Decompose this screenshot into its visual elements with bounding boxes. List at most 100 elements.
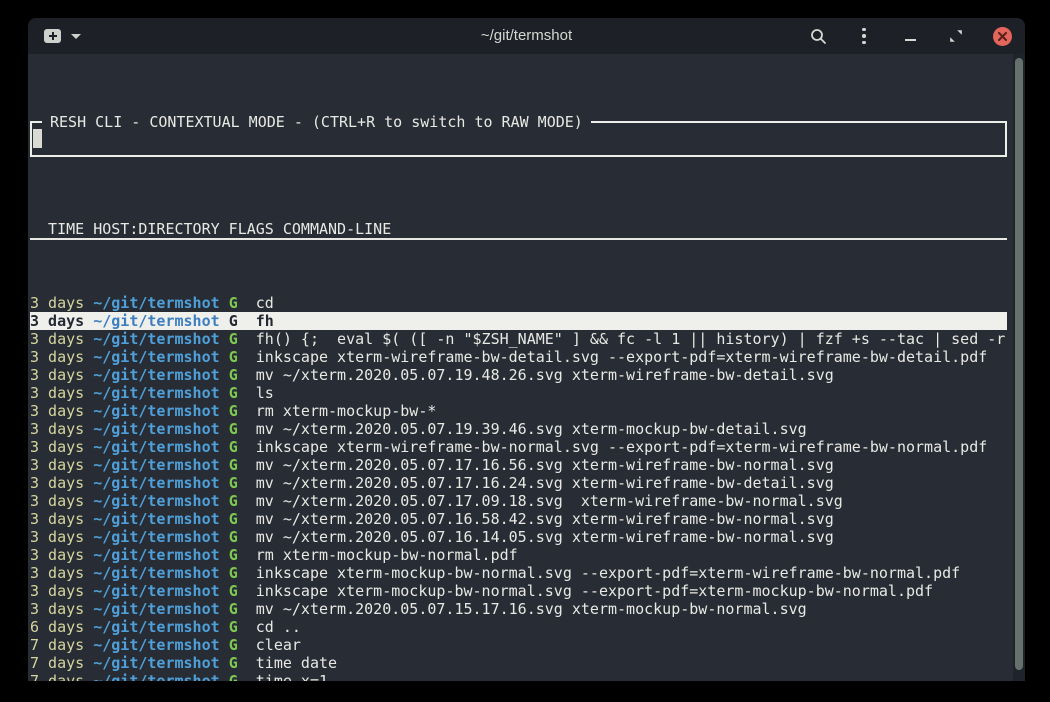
directory-cell: ~/git/termshot	[93, 654, 219, 672]
history-row[interactable]: 3 days ~/git/termshot G mv ~/xterm.2020.…	[30, 492, 1007, 510]
history-row[interactable]: 3 days ~/git/termshot G fh() {; eval $( …	[30, 330, 1007, 348]
time-cell: 3 days	[30, 312, 84, 330]
command-cell: rm xterm-mockup-bw-*	[256, 402, 437, 420]
directory-cell: ~/git/termshot	[93, 546, 219, 564]
history-row[interactable]: 3 days ~/git/termshot G inkscape xterm-m…	[30, 564, 1007, 582]
resh-cli: RESH CLI - CONTEXTUAL MODE - (CTRL+R to …	[30, 54, 1007, 681]
history-row[interactable]: 3 days ~/git/termshot G mv ~/xterm.2020.…	[30, 366, 1007, 384]
flags-cell: G	[229, 654, 238, 672]
directory-cell: ~/git/termshot	[93, 456, 219, 474]
directory-cell: ~/git/termshot	[93, 492, 219, 510]
time-cell: 3 days	[30, 564, 84, 582]
flags-cell: G	[229, 330, 238, 348]
directory-cell: ~/git/termshot	[93, 294, 219, 312]
time-cell: 3 days	[30, 528, 84, 546]
flags-cell: G	[229, 384, 238, 402]
history-row[interactable]: 3 days ~/git/termshot G mv ~/xterm.2020.…	[30, 420, 1007, 438]
restore-icon	[949, 29, 963, 43]
history-row[interactable]: 3 days ~/git/termshot G rm xterm-mockup-…	[30, 402, 1007, 420]
close-button[interactable]	[991, 25, 1013, 47]
history-row[interactable]: 7 days ~/git/termshot G clear	[30, 636, 1007, 654]
text-cursor	[33, 129, 42, 148]
scrollbar-track[interactable]	[1013, 54, 1025, 681]
history-row[interactable]: 3 days ~/git/termshot G inkscape xterm-w…	[30, 438, 1007, 456]
time-cell: 7 days	[30, 654, 84, 672]
command-cell: time x=1	[256, 672, 328, 681]
directory-cell: ~/git/termshot	[93, 384, 219, 402]
resh-mode-title: RESH CLI - CONTEXTUAL MODE - (CTRL+R to …	[42, 113, 591, 131]
directory-cell: ~/git/termshot	[93, 438, 219, 456]
history-list: 3 days ~/git/termshot G cd3 days ~/git/t…	[30, 294, 1007, 681]
time-cell: 3 days	[30, 402, 84, 420]
history-row[interactable]: 3 days ~/git/termshot G mv ~/xterm.2020.…	[30, 600, 1007, 618]
flags-cell: G	[229, 474, 238, 492]
command-cell: cd	[256, 294, 274, 312]
directory-cell: ~/git/termshot	[93, 564, 219, 582]
history-row[interactable]: 7 days ~/git/termshot G time x=1	[30, 672, 1007, 681]
command-cell: rm xterm-mockup-bw-normal.pdf	[256, 546, 518, 564]
search-input[interactable]: RESH CLI - CONTEXTUAL MODE - (CTRL+R to …	[30, 121, 1007, 157]
directory-cell: ~/git/termshot	[93, 600, 219, 618]
command-cell: cd ..	[256, 618, 301, 636]
menu-button[interactable]	[853, 25, 875, 47]
command-cell: inkscape xterm-wireframe-bw-normal.svg -…	[256, 438, 988, 456]
time-cell: 3 days	[30, 582, 84, 600]
history-row[interactable]: 3 days ~/git/termshot G inkscape xterm-w…	[30, 348, 1007, 366]
chevron-down-icon	[71, 34, 81, 39]
history-row[interactable]: 3 days ~/git/termshot G mv ~/xterm.2020.…	[30, 510, 1007, 528]
terminal-pane: RESH CLI - CONTEXTUAL MODE - (CTRL+R to …	[28, 54, 1025, 681]
history-row[interactable]: 3 days ~/git/termshot G inkscape xterm-m…	[30, 582, 1007, 600]
command-cell: mv ~/xterm.2020.05.07.16.14.05.svg xterm…	[256, 528, 834, 546]
minimize-button[interactable]	[899, 25, 921, 47]
flags-cell: G	[229, 420, 238, 438]
scrollbar-thumb[interactable]	[1015, 58, 1023, 670]
history-row[interactable]: 3 days ~/git/termshot G mv ~/xterm.2020.…	[30, 528, 1007, 546]
restore-button[interactable]	[945, 25, 967, 47]
flags-cell: G	[229, 402, 238, 420]
tab-dropdown-button[interactable]	[71, 25, 81, 47]
command-cell: clear	[256, 636, 301, 654]
new-tab-button[interactable]	[44, 25, 61, 47]
directory-cell: ~/git/termshot	[93, 312, 219, 330]
flags-cell: G	[229, 528, 238, 546]
kebab-menu-icon	[862, 28, 866, 45]
history-row[interactable]: 3 days ~/git/termshot G mv ~/xterm.2020.…	[30, 456, 1007, 474]
close-icon	[998, 32, 1007, 41]
search-button[interactable]	[807, 25, 829, 47]
flags-cell: G	[229, 294, 238, 312]
flags-cell: G	[229, 582, 238, 600]
history-list-header: TIME HOST:DIRECTORY FLAGS COMMAND-LINE	[30, 220, 1007, 240]
flags-cell: G	[229, 672, 238, 681]
time-cell: 3 days	[30, 546, 84, 564]
command-cell: mv ~/xterm.2020.05.07.19.39.46.svg xterm…	[256, 420, 807, 438]
flags-cell: G	[229, 348, 238, 366]
command-cell: mv ~/xterm.2020.05.07.16.58.42.svg xterm…	[256, 510, 834, 528]
time-cell: 3 days	[30, 438, 84, 456]
history-row[interactable]: 3 days ~/git/termshot G cd	[30, 294, 1007, 312]
directory-cell: ~/git/termshot	[93, 474, 219, 492]
history-row[interactable]: 7 days ~/git/termshot G time date	[30, 654, 1007, 672]
directory-cell: ~/git/termshot	[93, 510, 219, 528]
time-cell: 3 days	[30, 600, 84, 618]
time-cell: 7 days	[30, 672, 84, 681]
directory-cell: ~/git/termshot	[93, 636, 219, 654]
search-icon	[810, 28, 827, 45]
history-row[interactable]: 3 days ~/git/termshot G rm xterm-mockup-…	[30, 546, 1007, 564]
history-row-selected[interactable]: 3 days ~/git/termshot G fh	[30, 312, 1007, 330]
command-cell: mv ~/xterm.2020.05.07.17.09.18.svg xterm…	[256, 492, 843, 510]
directory-cell: ~/git/termshot	[93, 366, 219, 384]
directory-cell: ~/git/termshot	[93, 348, 219, 366]
flags-cell: G	[229, 438, 238, 456]
time-cell: 3 days	[30, 330, 84, 348]
flags-cell: G	[229, 600, 238, 618]
time-cell: 3 days	[30, 366, 84, 384]
flags-cell: G	[229, 366, 238, 384]
new-tab-icon	[44, 29, 61, 43]
flags-cell: G	[229, 492, 238, 510]
history-row[interactable]: 3 days ~/git/termshot G mv ~/xterm.2020.…	[30, 474, 1007, 492]
history-row[interactable]: 6 days ~/git/termshot G cd ..	[30, 618, 1007, 636]
time-cell: 3 days	[30, 492, 84, 510]
history-row[interactable]: 3 days ~/git/termshot G ls	[30, 384, 1007, 402]
command-cell: mv ~/xterm.2020.05.07.15.17.16.svg xterm…	[256, 600, 807, 618]
time-cell: 3 days	[30, 420, 84, 438]
